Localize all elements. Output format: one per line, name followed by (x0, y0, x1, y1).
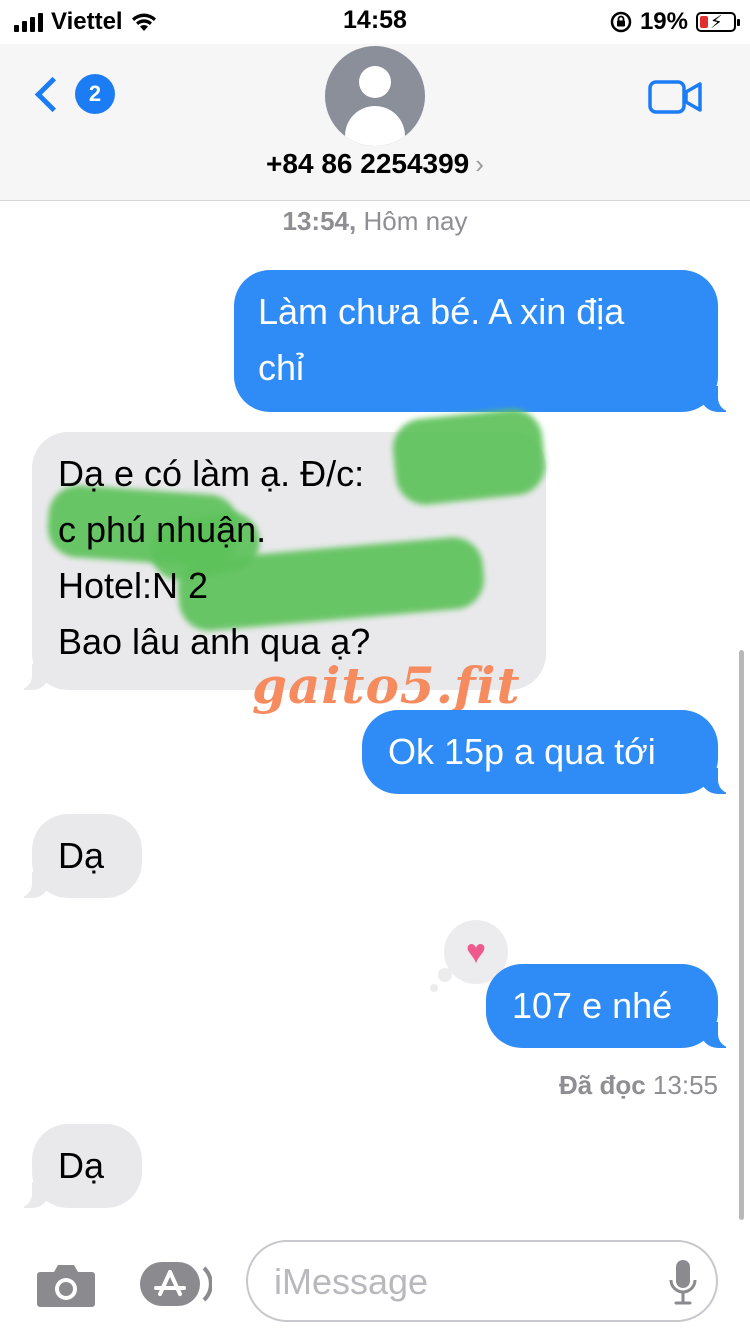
message-bubble-received[interactable]: Dạ (14, 814, 142, 898)
read-label: Đã đọc (559, 1070, 646, 1100)
chevron-right-icon: › (475, 149, 484, 179)
scrollbar[interactable] (739, 650, 744, 1220)
contact-number: +84 86 2254399 (266, 148, 470, 179)
message-input[interactable] (272, 1256, 646, 1308)
message-bubble-sent[interactable]: Làm chưa bé. A xin địa chỉ (234, 270, 736, 412)
video-call-icon[interactable] (648, 80, 702, 114)
camera-icon[interactable] (36, 1262, 96, 1308)
status-right: 19% ⚡ (610, 8, 740, 36)
message-text: Ok 15p a qua tới (388, 731, 656, 772)
message-text: Dạ (58, 835, 105, 876)
message-bubble-received[interactable]: Dạ (14, 1124, 142, 1208)
message-text: Dạ (58, 1145, 105, 1186)
message-text: Dạ e có làm ạ. Đ/c: c phú nhuận. Hotel:N… (58, 453, 371, 662)
read-receipt: Đã đọc 13:55 (559, 1070, 718, 1101)
message-bubble-received[interactable]: Dạ e có làm ạ. Đ/c: c phú nhuận. Hotel:N… (14, 432, 546, 690)
compose-bar (0, 1232, 750, 1334)
battery-percent: 19% (639, 8, 688, 35)
unread-badge: 2 (75, 74, 115, 114)
message-bubble-sent[interactable]: Ok 15p a qua tới (362, 710, 736, 794)
app-store-icon[interactable] (140, 1260, 212, 1308)
status-bar: Viettel 14:58 19% ⚡ (0, 0, 750, 44)
message-text: Làm chưa bé. A xin địa chỉ (258, 291, 625, 388)
thread-timestamp: 13:54, Hôm nay (0, 206, 750, 237)
avatar-placeholder-icon[interactable] (325, 46, 425, 146)
message-bubble-sent[interactable]: 107 e nhé (486, 964, 736, 1048)
heart-icon: ♥ (465, 933, 487, 971)
back-chevron-icon (34, 76, 71, 112)
imessage-field[interactable] (246, 1240, 718, 1322)
timestamp-time: 13:54, (282, 206, 357, 236)
orientation-lock-icon (610, 11, 632, 33)
back-button[interactable]: 2 (30, 74, 115, 114)
conversation-header: 2 +84 86 2254399 › (0, 44, 750, 201)
contact-name-button[interactable]: +84 86 2254399 › (0, 148, 750, 180)
timestamp-day: Hôm nay (363, 206, 468, 236)
battery-charging-icon: ⚡ (696, 12, 740, 32)
read-time: 13:55 (652, 1070, 718, 1100)
message-text: 107 e nhé (512, 985, 673, 1026)
microphone-icon[interactable] (668, 1258, 698, 1306)
